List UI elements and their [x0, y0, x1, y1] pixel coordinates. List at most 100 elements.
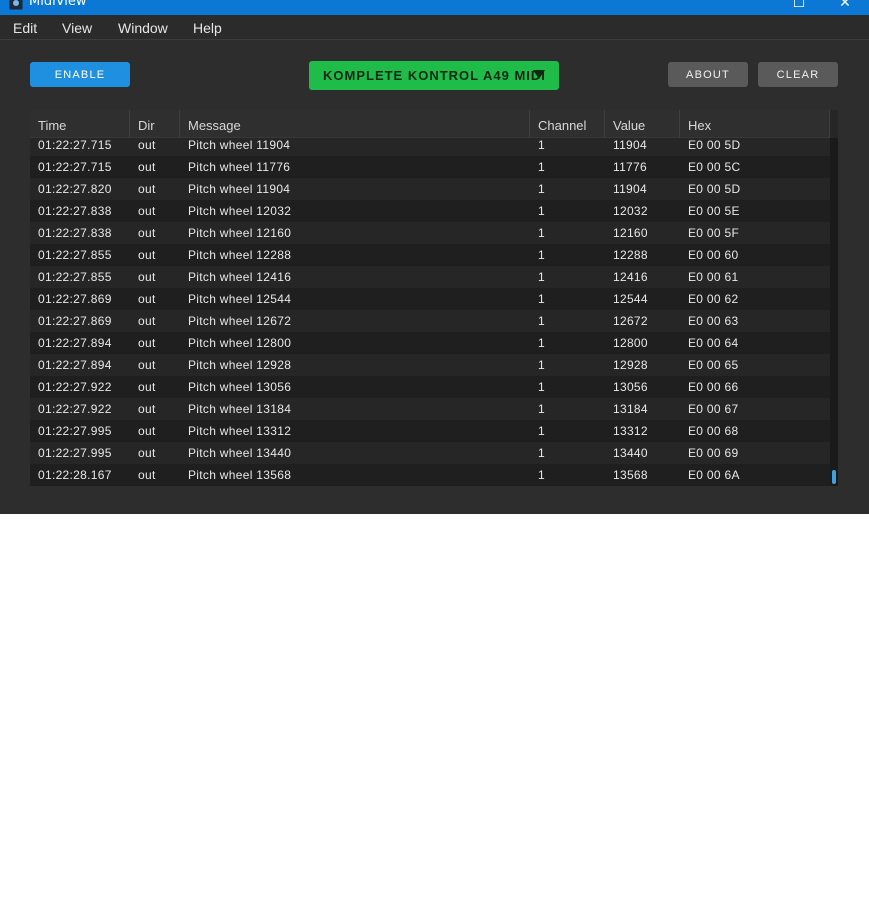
cell-dir: out: [138, 182, 156, 196]
device-dropdown[interactable]: KOMPLETE KONTROL A49 MIDI: [309, 61, 559, 90]
title-bar: MidiView ☐ ✕: [0, 0, 869, 15]
scrollbar-thumb[interactable]: [832, 470, 836, 484]
cell-channel: 1: [538, 314, 545, 328]
cell-time: 01:22:27.715: [38, 160, 112, 174]
menu-help[interactable]: Help: [193, 20, 222, 36]
cell-time: 01:22:27.820: [38, 182, 112, 196]
table-row[interactable]: 01:22:27.838 out Pitch wheel 12032 1 12032 E0…: [30, 200, 830, 222]
cell-time: 01:22:27.922: [38, 380, 112, 394]
menu-bar: Edit View Window Help: [0, 15, 869, 40]
column-header-hex[interactable]: Hex: [680, 110, 830, 138]
cell-hex: E0 00 66: [688, 380, 739, 394]
table-body: 01:22:27.715 out Pitch wheel 11904 1 11904 E0…: [30, 138, 830, 486]
cell-channel: 1: [538, 336, 545, 350]
cell-hex: E0 00 67: [688, 402, 739, 416]
caret-down-icon: [533, 70, 545, 79]
cell-hex: E0 00 69: [688, 446, 739, 460]
table-row[interactable]: 01:22:27.838 out Pitch wheel 12160 1 12160 E0…: [30, 222, 830, 244]
table-row[interactable]: 01:22:27.894 out Pitch wheel 12800 1 12800 E0…: [30, 332, 830, 354]
cell-hex: E0 00 63: [688, 314, 739, 328]
cell-value: 13056: [613, 380, 648, 394]
cell-value: 12800: [613, 336, 648, 350]
table-row[interactable]: 01:22:27.855 out Pitch wheel 12288 1 12288 E0…: [30, 244, 830, 266]
table-row[interactable]: 01:22:28.167 out Pitch wheel 13568 1 13568 E0…: [30, 464, 830, 486]
table-row[interactable]: 01:22:27.869 out Pitch wheel 12672 1 12672 E0…: [30, 310, 830, 332]
cell-time: 01:22:27.838: [38, 204, 112, 218]
cell-message: Pitch wheel 11904: [188, 182, 291, 196]
cell-message: Pitch wheel 12672: [188, 314, 292, 328]
table-row[interactable]: 01:22:27.922 out Pitch wheel 13056 1 13056 E0…: [30, 376, 830, 398]
maximize-icon[interactable]: ☐: [789, 0, 809, 10]
vertical-scrollbar[interactable]: [830, 110, 838, 486]
table-row[interactable]: 01:22:27.869 out Pitch wheel 12544 1 12544 E0…: [30, 288, 830, 310]
cell-dir: out: [138, 204, 156, 218]
cell-time: 01:22:27.995: [38, 446, 112, 460]
cell-time: 01:22:27.894: [38, 358, 112, 372]
enable-button[interactable]: ENABLE: [30, 62, 130, 87]
cell-channel: 1: [538, 138, 545, 152]
close-icon[interactable]: ✕: [835, 0, 855, 10]
menu-view[interactable]: View: [62, 20, 92, 36]
cell-time: 01:22:27.894: [38, 336, 112, 350]
cell-value: 11904: [613, 138, 647, 152]
cell-channel: 1: [538, 204, 545, 218]
table-row[interactable]: 01:22:27.995 out Pitch wheel 13312 1 13312 E0…: [30, 420, 830, 442]
column-header-channel[interactable]: Channel: [530, 110, 605, 138]
cell-hex: E0 00 5E: [688, 204, 740, 218]
cell-message: Pitch wheel 12928: [188, 358, 292, 372]
cell-message: Pitch wheel 12544: [188, 292, 292, 306]
column-header-value[interactable]: Value: [605, 110, 680, 138]
cell-value: 12288: [613, 248, 648, 262]
scrollbar-track[interactable]: [830, 138, 838, 486]
cell-channel: 1: [538, 358, 545, 372]
cell-time: 01:22:27.869: [38, 314, 112, 328]
cell-time: 01:22:27.838: [38, 226, 112, 240]
cell-channel: 1: [538, 380, 545, 394]
window-title: MidiView: [29, 0, 87, 9]
clear-button[interactable]: CLEAR: [758, 62, 838, 87]
cell-time: 01:22:28.167: [38, 468, 112, 482]
cell-hex: E0 00 68: [688, 424, 739, 438]
cell-dir: out: [138, 336, 156, 350]
menu-window[interactable]: Window: [118, 20, 168, 36]
cell-value: 11776: [613, 160, 647, 174]
menu-edit[interactable]: Edit: [13, 20, 37, 36]
cell-dir: out: [138, 446, 156, 460]
cell-value: 12544: [613, 292, 648, 306]
cell-dir: out: [138, 160, 156, 174]
cell-time: 01:22:27.995: [38, 424, 112, 438]
cell-hex: E0 00 62: [688, 292, 739, 306]
cell-channel: 1: [538, 446, 545, 460]
cell-time: 01:22:27.855: [38, 248, 112, 262]
table-row[interactable]: 01:22:27.855 out Pitch wheel 12416 1 12416 E0…: [30, 266, 830, 288]
table-row[interactable]: 01:22:27.820 out Pitch wheel 11904 1 11904 E0…: [30, 178, 830, 200]
cell-value: 13312: [613, 424, 648, 438]
cell-hex: E0 00 5D: [688, 182, 741, 196]
table-row[interactable]: 01:22:27.995 out Pitch wheel 13440 1 13440 E0…: [30, 442, 830, 464]
column-header-dir[interactable]: Dir: [130, 110, 180, 138]
cell-message: Pitch wheel 12160: [188, 226, 292, 240]
column-header-time[interactable]: Time: [30, 110, 130, 138]
cell-dir: out: [138, 314, 156, 328]
table-row[interactable]: 01:22:27.715 out Pitch wheel 11904 1 11904 E0…: [30, 138, 830, 156]
cell-hex: E0 00 60: [688, 248, 739, 262]
table-row[interactable]: 01:22:27.922 out Pitch wheel 13184 1 13184 E0…: [30, 398, 830, 420]
table-row[interactable]: 01:22:27.715 out Pitch wheel 11776 1 11776 E0…: [30, 156, 830, 178]
cell-message: Pitch wheel 12800: [188, 336, 292, 350]
cell-message: Pitch wheel 13440: [188, 446, 292, 460]
cell-time: 01:22:27.869: [38, 292, 112, 306]
table-row[interactable]: 01:22:27.894 out Pitch wheel 12928 1 12928 E0…: [30, 354, 830, 376]
cell-value: 12160: [613, 226, 648, 240]
cell-dir: out: [138, 380, 156, 394]
cell-value: 12416: [613, 270, 648, 284]
column-header-message[interactable]: Message: [180, 110, 530, 138]
cell-hex: E0 00 6A: [688, 468, 740, 482]
cell-dir: out: [138, 402, 156, 416]
cell-channel: 1: [538, 270, 545, 284]
cell-value: 12928: [613, 358, 648, 372]
cell-channel: 1: [538, 424, 545, 438]
cell-value: 11904: [613, 182, 647, 196]
cell-value: 13568: [613, 468, 648, 482]
cell-value: 12032: [613, 204, 648, 218]
about-button[interactable]: ABOUT: [668, 62, 748, 87]
